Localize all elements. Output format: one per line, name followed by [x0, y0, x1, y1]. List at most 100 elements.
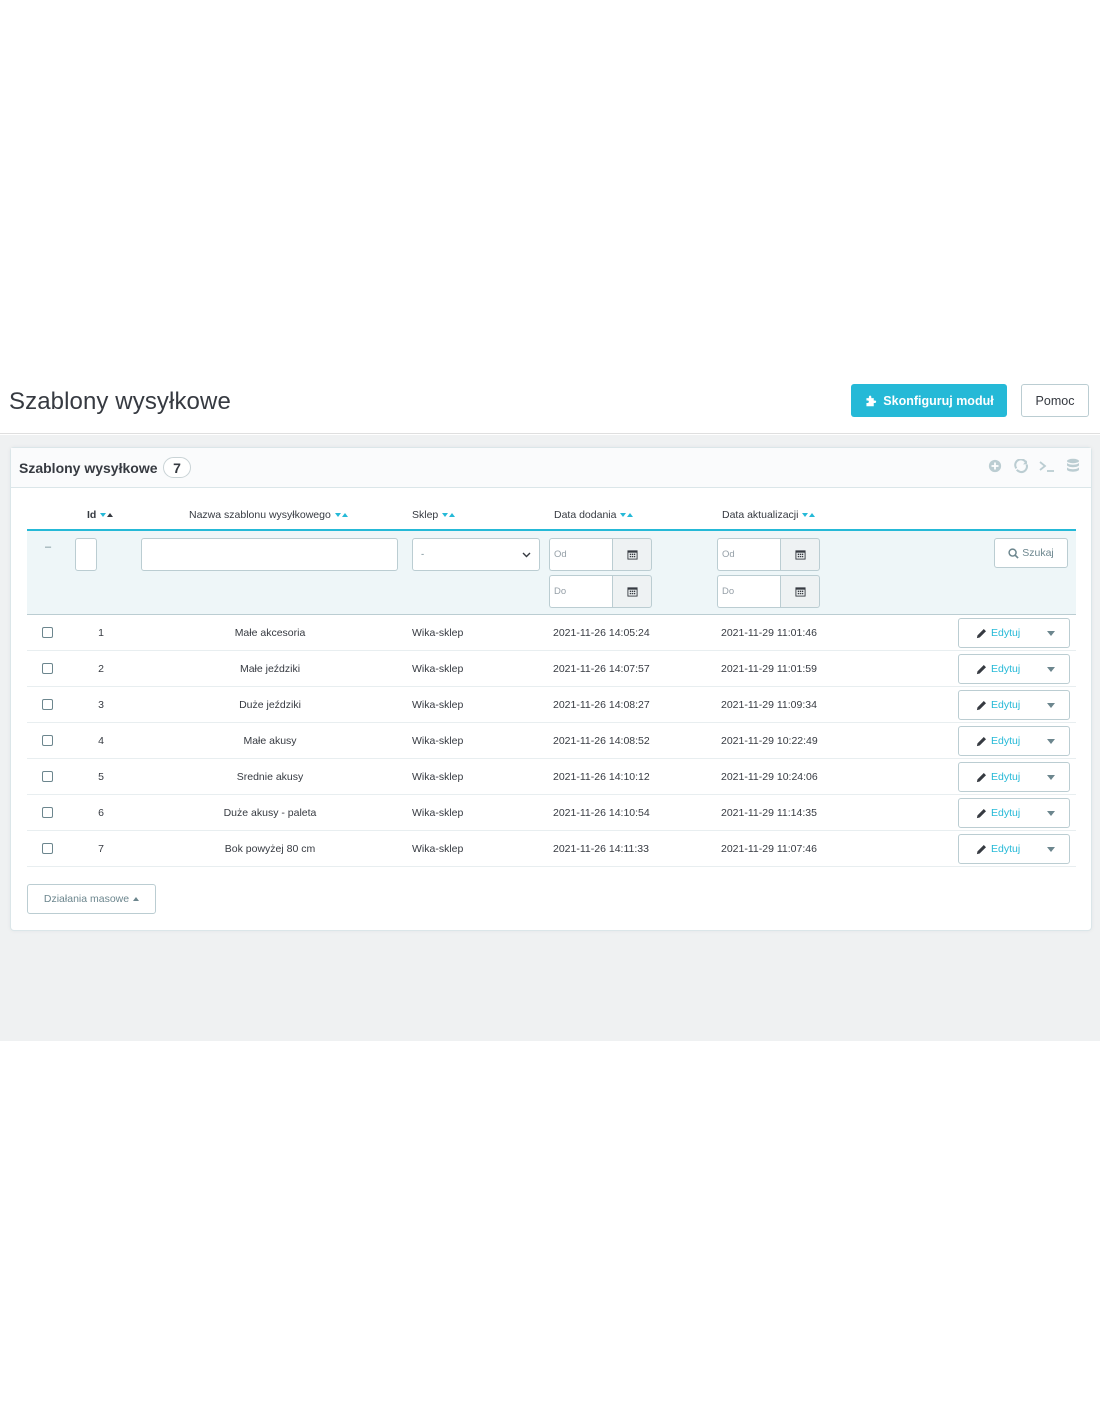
- table-row[interactable]: 6 Duże akusy - paleta Wika-sklep 2021-11-26…: [27, 795, 1076, 831]
- table-row[interactable]: 2 Małe jeździki Wika-sklep 2021-11-26 14:07…: [27, 651, 1076, 687]
- add-icon[interactable]: [987, 458, 1003, 474]
- row-checkbox[interactable]: [42, 807, 53, 818]
- dropdown-toggle-icon[interactable]: [1047, 666, 1055, 672]
- configure-module-button[interactable]: Skonfiguruj moduł: [851, 384, 1007, 417]
- date-from-input[interactable]: Od: [549, 538, 612, 571]
- help-button[interactable]: Pomoc: [1021, 384, 1089, 417]
- cell-date-updated: 2021-11-29 10:24:06: [721, 771, 818, 783]
- sort-icon[interactable]: [442, 513, 456, 517]
- calendar-icon[interactable]: [612, 575, 652, 608]
- cell-shop: Wika-sklep: [412, 843, 464, 855]
- row-checkbox[interactable]: [42, 699, 53, 710]
- edit-action[interactable]: Edytuj: [959, 663, 1041, 675]
- cell-name: Duże akusy - paleta: [223, 807, 317, 819]
- edit-label: Edytuj: [991, 807, 1021, 819]
- search-label: Szukaj: [1022, 547, 1054, 559]
- templates-table: Id Nazwa szablonu wysyłkowego Sklep Data…: [27, 488, 1076, 867]
- row-checkbox[interactable]: [42, 843, 53, 854]
- date-to-input[interactable]: Do: [717, 575, 780, 608]
- filter-shop-select[interactable]: -: [412, 538, 540, 571]
- dropdown-toggle-icon[interactable]: [1047, 774, 1055, 780]
- cell-date-added: 2021-11-26 14:10:54: [553, 807, 650, 819]
- filter-name-input[interactable]: [141, 538, 398, 571]
- edit-action[interactable]: Edytuj: [959, 735, 1041, 747]
- date-to-input[interactable]: Do: [549, 575, 612, 608]
- calendar-icon[interactable]: [780, 575, 820, 608]
- cell-date-added: 2021-11-26 14:08:52: [553, 735, 650, 747]
- row-checkbox[interactable]: [42, 663, 53, 674]
- sort-icon[interactable]: [620, 513, 634, 517]
- dropdown-toggle-icon[interactable]: [1047, 630, 1055, 636]
- cell-date-added: 2021-11-26 14:10:12: [553, 771, 650, 783]
- edit-action[interactable]: Edytuj: [959, 843, 1041, 855]
- sql-icon[interactable]: [1039, 458, 1055, 474]
- edit-button[interactable]: Edytuj: [958, 762, 1070, 792]
- cell-id: 6: [98, 807, 104, 819]
- column-header-shop[interactable]: Sklep: [412, 509, 456, 521]
- cell-id: 5: [98, 771, 104, 783]
- edit-action[interactable]: Edytuj: [959, 807, 1041, 819]
- sort-icon[interactable]: [802, 513, 816, 517]
- pencil-icon: [976, 664, 986, 674]
- edit-button[interactable]: Edytuj: [958, 726, 1070, 756]
- column-header-date-added[interactable]: Data dodania: [554, 509, 634, 521]
- cell-id: 7: [98, 843, 104, 855]
- database-icon[interactable]: [1065, 458, 1081, 474]
- cell-id: 1: [98, 627, 104, 639]
- cell-id: 3: [98, 699, 104, 711]
- row-checkbox[interactable]: [42, 735, 53, 746]
- edit-button[interactable]: Edytuj: [958, 798, 1070, 828]
- sort-icon[interactable]: [334, 513, 348, 517]
- bulk-actions-button[interactable]: Działania masowe: [27, 884, 156, 914]
- panel-title: Szablony wysyłkowe: [19, 460, 158, 476]
- content-area: Szablony wysyłkowe 7 Id Nazwa szablonu w…: [0, 435, 1100, 1041]
- cell-shop: Wika-sklep: [412, 663, 464, 675]
- cell-date-updated: 2021-11-29 10:22:49: [721, 735, 818, 747]
- cell-shop: Wika-sklep: [412, 807, 464, 819]
- edit-action[interactable]: Edytuj: [959, 699, 1041, 711]
- filter-row: – - Od Do Od Do Szukaj: [27, 529, 1076, 615]
- filter-date-added-from[interactable]: Od: [549, 538, 652, 571]
- pencil-icon: [976, 628, 986, 638]
- edit-button[interactable]: Edytuj: [958, 834, 1070, 864]
- refresh-icon[interactable]: [1013, 458, 1029, 474]
- dropdown-toggle-icon[interactable]: [1047, 810, 1055, 816]
- row-checkbox[interactable]: [42, 771, 53, 782]
- column-header-date-updated[interactable]: Data aktualizacji: [722, 509, 816, 521]
- edit-button[interactable]: Edytuj: [958, 654, 1070, 684]
- edit-action[interactable]: Edytuj: [959, 771, 1041, 783]
- filter-date-added-to[interactable]: Do: [549, 575, 652, 608]
- table-row[interactable]: 3 Duże jeździki Wika-sklep 2021-11-26 14:08…: [27, 687, 1076, 723]
- column-header-id[interactable]: Id: [87, 509, 114, 521]
- calendar-icon[interactable]: [612, 538, 652, 571]
- table-row[interactable]: 7 Bok powyżej 80 cm Wika-sklep 2021-11-26 1…: [27, 831, 1076, 867]
- dropdown-toggle-icon[interactable]: [1047, 738, 1055, 744]
- filter-date-updated-to[interactable]: Do: [717, 575, 820, 608]
- calendar-icon[interactable]: [780, 538, 820, 571]
- cell-date-updated: 2021-11-29 11:01:46: [721, 627, 817, 639]
- search-icon: [1008, 547, 1019, 559]
- column-header-name[interactable]: Nazwa szablonu wysyłkowego: [189, 509, 348, 521]
- edit-button[interactable]: Edytuj: [958, 690, 1070, 720]
- table-row[interactable]: 4 Małe akusy Wika-sklep 2021-11-26 14:08:52…: [27, 723, 1076, 759]
- pencil-icon: [976, 808, 986, 818]
- date-from-input[interactable]: Od: [717, 538, 780, 571]
- cell-date-added: 2021-11-26 14:08:27: [553, 699, 650, 711]
- filter-id-input[interactable]: [75, 538, 97, 571]
- pencil-icon: [976, 736, 986, 746]
- search-button[interactable]: Szukaj: [994, 538, 1068, 568]
- dropdown-toggle-icon[interactable]: [1047, 702, 1055, 708]
- table-row[interactable]: 5 Srednie akusy Wika-sklep 2021-11-26 14:10…: [27, 759, 1076, 795]
- chevron-down-icon: [522, 552, 531, 557]
- sort-icon[interactable]: [100, 513, 114, 517]
- configure-module-label: Skonfiguruj moduł: [883, 393, 994, 408]
- row-checkbox[interactable]: [42, 627, 53, 638]
- table-row[interactable]: 1 Małe akcesoria Wika-sklep 2021-11-26 14:0…: [27, 615, 1076, 651]
- page-title: Szablony wysyłkowe: [9, 388, 231, 415]
- pencil-icon: [976, 772, 986, 782]
- table-body: 1 Małe akcesoria Wika-sklep 2021-11-26 14:0…: [27, 615, 1076, 867]
- edit-action[interactable]: Edytuj: [959, 627, 1041, 639]
- dropdown-toggle-icon[interactable]: [1047, 846, 1055, 852]
- filter-date-updated-from[interactable]: Od: [717, 538, 820, 571]
- edit-button[interactable]: Edytuj: [958, 618, 1070, 648]
